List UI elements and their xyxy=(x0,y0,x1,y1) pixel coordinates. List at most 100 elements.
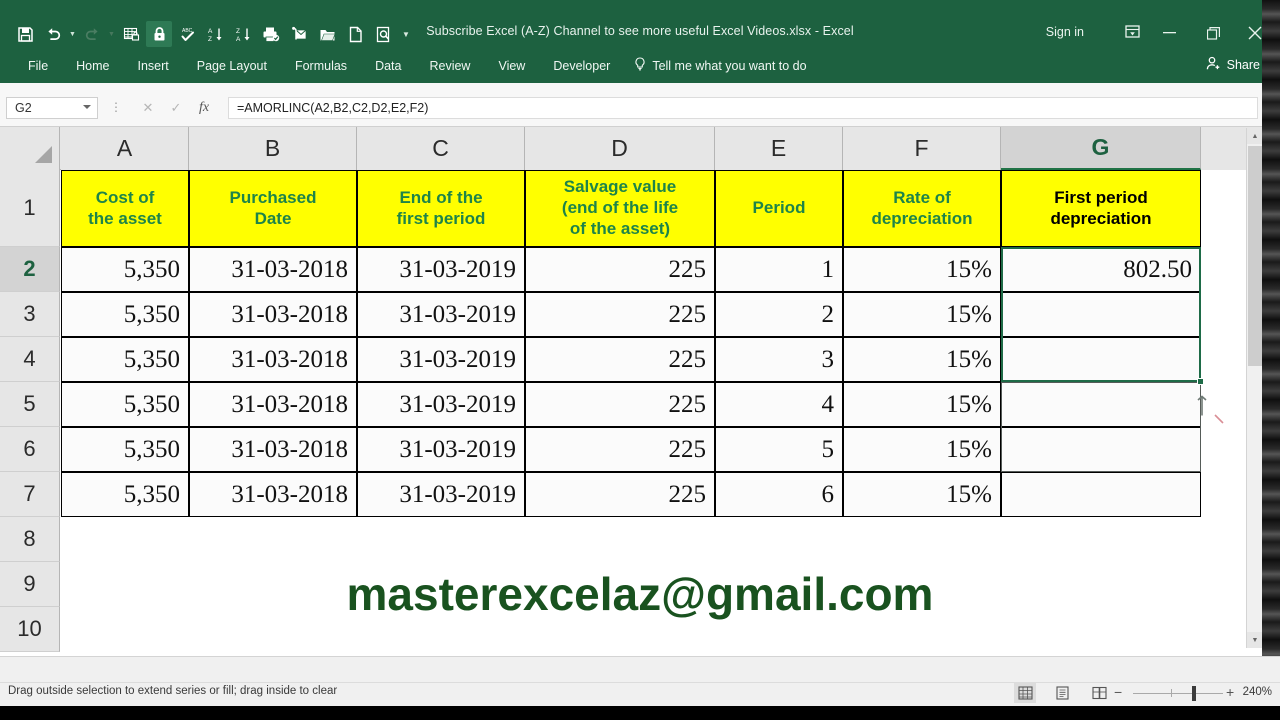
column-header-g[interactable]: G xyxy=(1001,127,1201,170)
header-cell-a1[interactable]: Cost of the asset xyxy=(61,170,189,247)
cell-e4[interactable]: 3 xyxy=(715,337,843,382)
row-header-8[interactable]: 8 xyxy=(0,517,60,562)
spreadsheet-grid[interactable]: A B C D E F G 1 2 3 4 5 6 7 8 9 10 Cost … xyxy=(0,127,1280,656)
fill-handle[interactable] xyxy=(1197,378,1204,385)
cell-a5[interactable]: 5,350 xyxy=(61,382,189,427)
vertical-scrollbar[interactable]: ▲ ▼ xyxy=(1246,128,1263,648)
cell-c6[interactable]: 31-03-2019 xyxy=(357,427,525,472)
tab-data[interactable]: Data xyxy=(361,48,415,83)
tab-review[interactable]: Review xyxy=(415,48,484,83)
insert-function-icon[interactable]: fx xyxy=(194,98,214,118)
cell-c2[interactable]: 31-03-2019 xyxy=(357,247,525,292)
cell-c3[interactable]: 31-03-2019 xyxy=(357,292,525,337)
normal-view-icon[interactable] xyxy=(1014,683,1036,703)
tab-view[interactable]: View xyxy=(484,48,539,83)
cell-c5[interactable]: 31-03-2019 xyxy=(357,382,525,427)
restore-icon[interactable] xyxy=(1202,24,1224,42)
column-header-d[interactable]: D xyxy=(525,127,715,170)
name-box-dropdown-icon[interactable] xyxy=(83,105,91,109)
column-header-b[interactable]: B xyxy=(189,127,357,170)
cell-f3[interactable]: 15% xyxy=(843,292,1001,337)
cell-f7[interactable]: 15% xyxy=(843,472,1001,517)
scroll-down-icon[interactable]: ▼ xyxy=(1247,632,1263,648)
zoom-slider-track[interactable] xyxy=(1133,693,1223,694)
formula-input[interactable]: =AMORLINC(A2,B2,C2,D2,E2,F2) xyxy=(228,97,1258,119)
cell-d6[interactable]: 225 xyxy=(525,427,715,472)
tab-home[interactable]: Home xyxy=(62,48,123,83)
cell-b2[interactable]: 31-03-2018 xyxy=(189,247,357,292)
cell-b5[interactable]: 31-03-2018 xyxy=(189,382,357,427)
page-break-preview-icon[interactable] xyxy=(1088,683,1110,703)
cell-g7[interactable] xyxy=(1001,472,1201,517)
cell-g6[interactable] xyxy=(1001,427,1201,472)
zoom-in-icon[interactable]: + xyxy=(1226,684,1234,700)
row-header-7[interactable]: 7 xyxy=(0,472,60,517)
title-bar: ▼ ▼ ABC AZ ZA ▼ Subscribe Excel (A-Z) Ch… xyxy=(0,0,1280,48)
zoom-slider-thumb[interactable] xyxy=(1192,686,1196,701)
cell-b6[interactable]: 31-03-2018 xyxy=(189,427,357,472)
cell-f2[interactable]: 15% xyxy=(843,247,1001,292)
page-layout-view-icon[interactable] xyxy=(1051,683,1073,703)
tab-file[interactable]: File xyxy=(14,48,62,83)
cell-b3[interactable]: 31-03-2018 xyxy=(189,292,357,337)
cell-c7[interactable]: 31-03-2019 xyxy=(357,472,525,517)
tab-formulas[interactable]: Formulas xyxy=(281,48,361,83)
header-cell-c1[interactable]: End of the first period xyxy=(357,170,525,247)
header-cell-f1[interactable]: Rate of depreciation xyxy=(843,170,1001,247)
cell-a6[interactable]: 5,350 xyxy=(61,427,189,472)
cell-d5[interactable]: 225 xyxy=(525,382,715,427)
cell-b4[interactable]: 31-03-2018 xyxy=(189,337,357,382)
cell-a4[interactable]: 5,350 xyxy=(61,337,189,382)
select-all-button[interactable] xyxy=(0,127,60,170)
row-header-1[interactable]: 1 xyxy=(0,170,60,247)
header-cell-b1[interactable]: Purchased Date xyxy=(189,170,357,247)
name-box[interactable]: G2 xyxy=(6,97,98,119)
cell-f5[interactable]: 15% xyxy=(843,382,1001,427)
tab-page-layout[interactable]: Page Layout xyxy=(183,48,281,83)
cell-g5[interactable] xyxy=(1001,382,1201,427)
row-header-2[interactable]: 2 xyxy=(0,247,60,292)
header-cell-g1[interactable]: First period depreciation xyxy=(1001,170,1201,247)
cancel-icon[interactable]: ✕ xyxy=(138,98,158,118)
cell-e7[interactable]: 6 xyxy=(715,472,843,517)
cell-f4[interactable]: 15% xyxy=(843,337,1001,382)
cell-d7[interactable]: 225 xyxy=(525,472,715,517)
cell-f6[interactable]: 15% xyxy=(843,427,1001,472)
cell-c4[interactable]: 31-03-2019 xyxy=(357,337,525,382)
minimize-icon[interactable] xyxy=(1158,24,1180,42)
cell-e5[interactable]: 4 xyxy=(715,382,843,427)
row-header-3[interactable]: 3 xyxy=(0,292,60,337)
zoom-out-icon[interactable]: − xyxy=(1114,684,1122,700)
row-header-4[interactable]: 4 xyxy=(0,337,60,382)
header-cell-d1[interactable]: Salvage value (end of the life of the asse… xyxy=(525,170,715,247)
column-header-a[interactable]: A xyxy=(61,127,189,170)
ribbon-display-options-icon[interactable] xyxy=(1125,24,1140,44)
cell-g4[interactable] xyxy=(1001,337,1201,382)
cell-a7[interactable]: 5,350 xyxy=(61,472,189,517)
cell-d4[interactable]: 225 xyxy=(525,337,715,382)
cell-d3[interactable]: 225 xyxy=(525,292,715,337)
cell-g2[interactable]: 802.50 xyxy=(1001,247,1201,292)
cell-b7[interactable]: 31-03-2018 xyxy=(189,472,357,517)
cell-g3[interactable] xyxy=(1001,292,1201,337)
share-button[interactable]: Share xyxy=(1196,52,1270,78)
tab-developer[interactable]: Developer xyxy=(539,48,624,83)
header-cell-e1[interactable]: Period xyxy=(715,170,843,247)
cell-e2[interactable]: 1 xyxy=(715,247,843,292)
tell-me-box[interactable]: Tell me what you want to do xyxy=(624,57,807,74)
cell-a2[interactable]: 5,350 xyxy=(61,247,189,292)
sign-in-button[interactable]: Sign in xyxy=(1046,25,1084,39)
column-header-e[interactable]: E xyxy=(715,127,843,170)
row-header-5[interactable]: 5 xyxy=(0,382,60,427)
enter-icon[interactable]: ✓ xyxy=(166,98,186,118)
column-header-f[interactable]: F xyxy=(843,127,1001,170)
cell-d2[interactable]: 225 xyxy=(525,247,715,292)
column-header-c[interactable]: C xyxy=(357,127,525,170)
vertical-scroll-thumb[interactable] xyxy=(1248,146,1262,366)
scroll-up-icon[interactable]: ▲ xyxy=(1247,128,1263,144)
tab-insert[interactable]: Insert xyxy=(124,48,183,83)
cell-e6[interactable]: 5 xyxy=(715,427,843,472)
cell-a3[interactable]: 5,350 xyxy=(61,292,189,337)
row-header-6[interactable]: 6 xyxy=(0,427,60,472)
cell-e3[interactable]: 2 xyxy=(715,292,843,337)
